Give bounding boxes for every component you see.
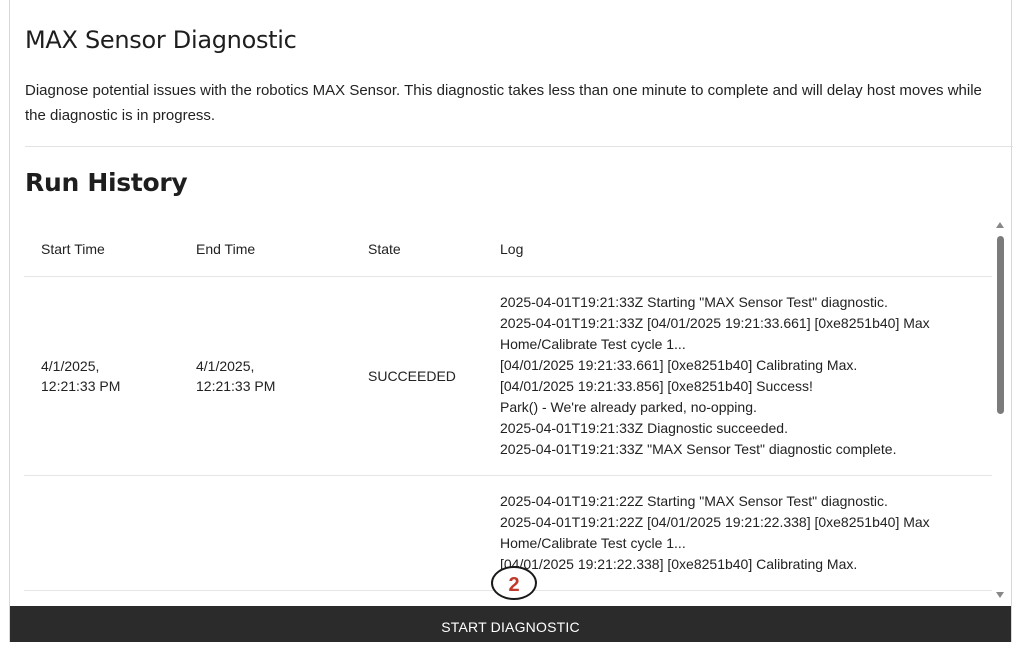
log-line: Park() - We're already parked, no-opping…	[500, 399, 757, 415]
scroll-up-arrow-icon[interactable]	[996, 222, 1004, 228]
page-description: Diagnose potential issues with the robot…	[25, 82, 982, 124]
run-history-table-container[interactable]: Start Time End Time State Log 4/1/2025, …	[24, 222, 992, 606]
table-row[interactable]: 4/1/2025, 12:21:33 PM 4/1/2025, 12:21:33…	[24, 276, 992, 476]
end-time-cell: 4/1/2025, 12:21:33 PM	[179, 276, 351, 476]
log-line: [04/01/2025 19:21:33.661] [0xe8251b40] C…	[500, 357, 858, 373]
state-cell	[351, 475, 483, 591]
step-marker: 2	[491, 566, 537, 600]
run-history-title: Run History	[25, 168, 188, 197]
log-cell: 2025-04-01T19:21:22Z Starting "MAX Senso…	[483, 475, 992, 591]
scroll-down-arrow-icon[interactable]	[996, 592, 1004, 598]
start-clock: 12:21:33 PM	[41, 378, 121, 394]
section-divider	[25, 146, 1013, 147]
log-line: 2025-04-01T19:21:22Z Starting "MAX Senso…	[500, 493, 888, 509]
table-header-row: Start Time End Time State Log	[24, 222, 992, 277]
log-line: 2025-04-01T19:21:33Z [04/01/2025 19:21:3…	[500, 315, 930, 352]
state-cell: SUCCEEDED	[351, 276, 483, 476]
log-line: 2025-04-01T19:21:22Z [04/01/2025 19:21:2…	[500, 514, 930, 551]
table-scrollbar[interactable]	[994, 222, 1008, 606]
end-time-cell	[179, 475, 351, 591]
start-time-cell: 4/1/2025, 12:21:33 PM	[24, 276, 179, 476]
log-line: [04/01/2025 19:21:22.338] [0xe8251b40] C…	[500, 556, 858, 572]
start-diagnostic-button[interactable]: START DIAGNOSTIC	[10, 606, 1011, 642]
end-clock: 12:21:33 PM	[196, 378, 276, 394]
run-history-table: Start Time End Time State Log 4/1/2025, …	[24, 222, 992, 591]
log-line: 2025-04-01T19:21:33Z Diagnostic succeede…	[500, 420, 788, 436]
page-title: MAX Sensor Diagnostic	[25, 26, 297, 54]
start-time-cell	[24, 475, 179, 591]
column-header-start-time[interactable]: Start Time	[24, 222, 179, 277]
log-line: 2025-04-01T19:21:33Z "MAX Sensor Test" d…	[500, 441, 897, 457]
column-header-state[interactable]: State	[351, 222, 483, 277]
scrollbar-thumb[interactable]	[997, 236, 1004, 414]
log-line: [04/01/2025 19:21:33.856] [0xe8251b40] S…	[500, 378, 813, 394]
end-date: 4/1/2025,	[196, 358, 255, 374]
column-header-end-time[interactable]: End Time	[179, 222, 351, 277]
log-cell: 2025-04-01T19:21:33Z Starting "MAX Senso…	[483, 276, 992, 476]
start-date: 4/1/2025,	[41, 358, 100, 374]
column-header-log[interactable]: Log	[483, 222, 992, 277]
log-line: 2025-04-01T19:21:33Z Starting "MAX Senso…	[500, 294, 888, 310]
